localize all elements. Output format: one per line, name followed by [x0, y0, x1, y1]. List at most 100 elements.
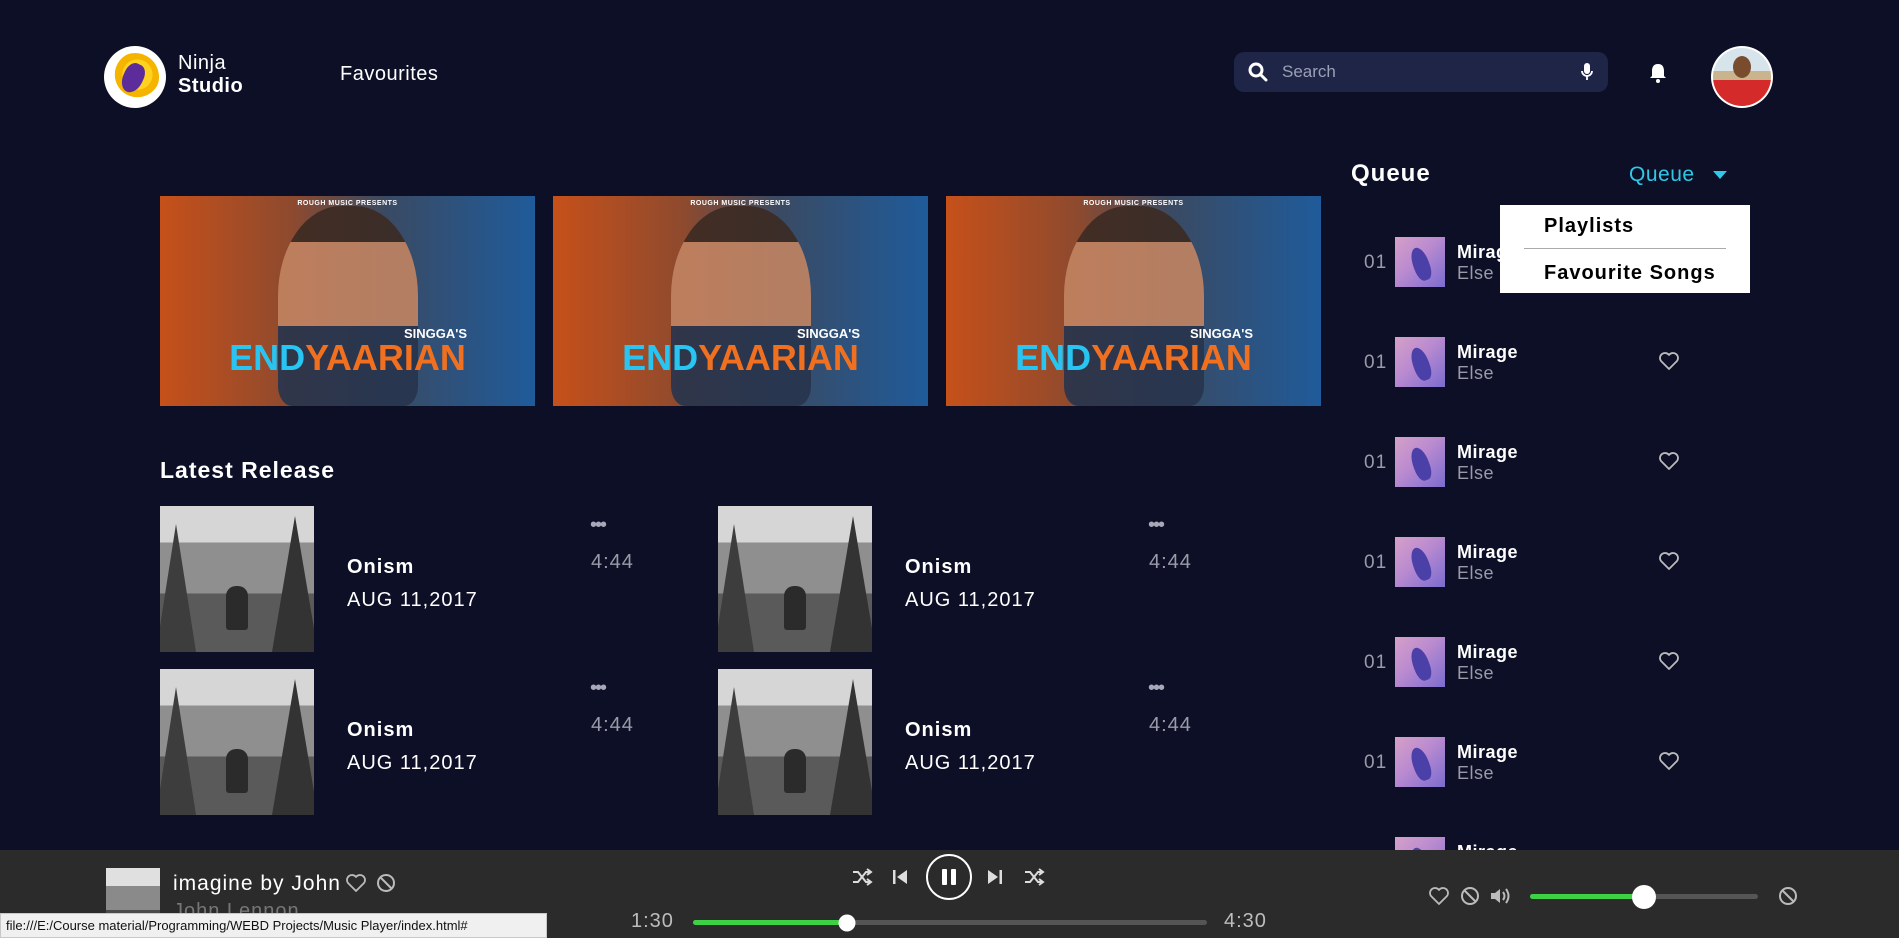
heart-icon[interactable] — [1658, 751, 1680, 771]
more-options-icon[interactable]: ••• — [590, 515, 607, 535]
release-name: Onism — [347, 556, 415, 578]
queue-item[interactable]: 01 Mirage Else — [1364, 737, 1724, 789]
latest-release-heading: Latest Release — [160, 457, 336, 483]
queue-item-title: Mirage — [1457, 542, 1519, 562]
queue-dropdown-menu: Playlists Favourite Songs — [1500, 205, 1750, 293]
guitar-logo-icon — [111, 53, 159, 101]
queue-item-number: 01 — [1364, 452, 1388, 473]
heart-icon[interactable] — [345, 873, 367, 893]
dropdown-option-favourite-songs[interactable]: Favourite Songs — [1544, 262, 1716, 285]
banner-title-part2: YAARIAN — [305, 337, 466, 378]
queue-item[interactable]: 01 Mirage Else — [1364, 537, 1724, 589]
dropdown-option-playlists[interactable]: Playlists — [1544, 215, 1634, 238]
queue-item-artist: Else — [1457, 263, 1495, 283]
release-name: Onism — [905, 556, 973, 578]
bell-icon[interactable] — [1648, 62, 1668, 89]
banner-title-part1: END — [1015, 337, 1092, 378]
queue-heading: Queue — [1351, 160, 1431, 187]
featured-banner[interactable]: ROUGH MUSIC PRESENTS SINGGA'S ENDYAARIAN — [160, 196, 535, 406]
queue-item[interactable]: 01 Mirage Else — [1364, 637, 1724, 689]
queue-item-artist: Else — [1457, 663, 1495, 683]
user-avatar[interactable] — [1711, 46, 1773, 108]
release-card[interactable]: Onism AUG 11,2017 ••• 4:44 — [718, 669, 1218, 815]
queue-item-number: 01 — [1364, 552, 1388, 573]
queue-select[interactable]: Queue — [1629, 163, 1727, 187]
brand-name: Ninja Studio — [178, 52, 243, 98]
heart-icon[interactable] — [1658, 651, 1680, 671]
banner-title-part2: YAARIAN — [698, 337, 859, 378]
release-card[interactable]: Onism AUG 11,2017 ••• 4:44 — [160, 506, 660, 652]
search-input[interactable] — [1282, 62, 1580, 82]
volume-slider-fill — [1530, 894, 1644, 899]
queue-item-artist: Else — [1457, 363, 1495, 383]
banner-presents: ROUGH MUSIC PRESENTS — [1083, 200, 1184, 207]
featured-banner[interactable]: ROUGH MUSIC PRESENTS SINGGA'S ENDYAARIAN — [553, 196, 928, 406]
volume-handle[interactable] — [1632, 884, 1656, 909]
next-icon[interactable] — [986, 867, 1004, 887]
release-name: Onism — [905, 719, 973, 741]
microphone-icon[interactable] — [1580, 62, 1594, 82]
heart-icon[interactable] — [1428, 886, 1450, 906]
avatar-image — [1713, 48, 1771, 106]
pause-button[interactable] — [926, 854, 972, 900]
release-date: AUG 11,2017 — [905, 589, 1036, 611]
current-time: 1:30 — [631, 910, 674, 932]
banner-title-part1: END — [622, 337, 699, 378]
queue-select-value: Queue — [1629, 163, 1695, 186]
release-thumbnail — [718, 669, 872, 815]
search-bar — [1234, 52, 1608, 92]
heart-icon[interactable] — [1658, 351, 1680, 371]
release-thumbnail — [160, 506, 314, 652]
caret-down-icon — [1712, 171, 1727, 179]
queue-item-number: 01 — [1364, 352, 1388, 373]
total-time: 4:30 — [1224, 910, 1267, 932]
queue-item-artwork — [1395, 637, 1445, 687]
banner-title-part2: YAARIAN — [1091, 337, 1252, 378]
seek-bar-fill — [693, 920, 848, 925]
seek-bar[interactable] — [693, 914, 1207, 931]
queue-item-artwork — [1395, 237, 1445, 287]
brand-line-2: Studio — [178, 75, 244, 97]
volume-slider[interactable] — [1530, 884, 1758, 909]
heart-icon[interactable] — [1658, 451, 1680, 471]
dropdown-divider — [1524, 248, 1726, 249]
queue-item[interactable]: 01 Mirage Else — [1364, 437, 1724, 489]
banner-title-part1: END — [229, 337, 306, 378]
shuffle-icon[interactable] — [1023, 867, 1045, 887]
block-icon[interactable] — [1778, 886, 1798, 906]
more-options-icon[interactable]: ••• — [1148, 515, 1165, 535]
queue-item-number: 01 — [1364, 752, 1388, 773]
release-card[interactable]: Onism AUG 11,2017 ••• 4:44 — [718, 506, 1218, 652]
queue-item[interactable]: 01 Mirage Else — [1364, 337, 1724, 389]
release-name: Onism — [347, 719, 415, 741]
queue-item-title: Mirage — [1457, 742, 1519, 762]
block-icon[interactable] — [1460, 886, 1480, 906]
previous-icon[interactable] — [891, 867, 909, 887]
release-thumbnail — [718, 506, 872, 652]
release-duration: 4:44 — [1149, 551, 1192, 573]
volume-icon[interactable] — [1489, 886, 1513, 906]
heart-icon[interactable] — [1658, 551, 1680, 571]
release-date: AUG 11,2017 — [347, 752, 478, 774]
nav-favourites-link[interactable]: Favourites — [340, 63, 438, 86]
banner-title: ENDYAARIAN — [160, 338, 535, 378]
release-date: AUG 11,2017 — [905, 752, 1036, 774]
banner-title: ENDYAARIAN — [946, 338, 1321, 378]
release-card[interactable]: Onism AUG 11,2017 ••• 4:44 — [160, 669, 660, 815]
search-icon[interactable] — [1248, 62, 1268, 82]
brand-line-1: Ninja — [178, 52, 227, 74]
block-icon[interactable] — [376, 873, 396, 893]
queue-item-title: Mirage — [1457, 642, 1519, 662]
queue-item-title: Mirage — [1457, 442, 1519, 462]
queue-item-artwork — [1395, 537, 1445, 587]
seek-handle[interactable] — [838, 914, 856, 931]
banner-title: ENDYAARIAN — [553, 338, 928, 378]
more-options-icon[interactable]: ••• — [1148, 678, 1165, 698]
queue-item-number: 01 — [1364, 252, 1388, 273]
featured-banner[interactable]: ROUGH MUSIC PRESENTS SINGGA'S ENDYAARIAN — [946, 196, 1321, 406]
more-options-icon[interactable]: ••• — [590, 678, 607, 698]
release-date: AUG 11,2017 — [347, 589, 478, 611]
shuffle-icon[interactable] — [851, 867, 873, 887]
release-duration: 4:44 — [591, 551, 634, 573]
app-logo[interactable] — [104, 46, 166, 108]
